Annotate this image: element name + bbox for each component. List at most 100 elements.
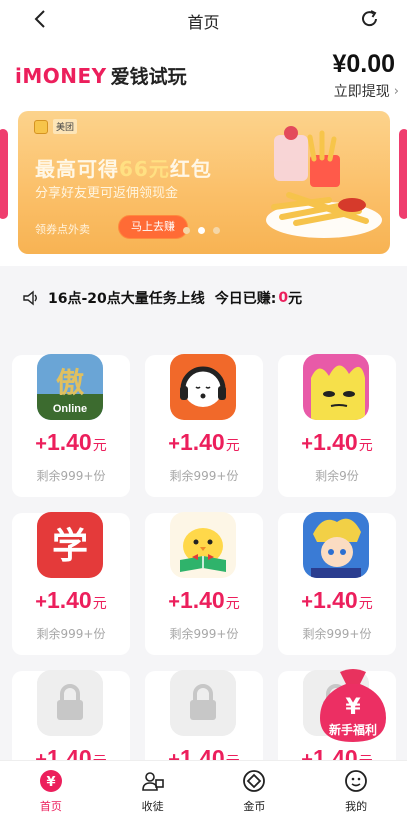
yuan-home-icon: ¥	[39, 770, 62, 792]
task-card[interactable]: 傲 Online +1.40元 剩余999+份	[12, 354, 130, 497]
tab-home-label: 首页	[39, 800, 62, 813]
banner-coupon-label: 领券点外卖	[35, 223, 90, 236]
reward-unit: 元	[92, 595, 107, 611]
smile-face-icon	[345, 770, 368, 792]
tab-mine-label: 我的	[345, 800, 368, 813]
task-reward: +1.40元	[12, 587, 130, 614]
reward-plus: +	[168, 433, 180, 455]
carousel-dots	[183, 227, 220, 234]
game-ao-online-icon: 傲 Online	[37, 354, 103, 420]
tab-mine[interactable]: 我的	[305, 761, 407, 819]
task-card[interactable]: +1.40元 剩余9份	[278, 354, 396, 497]
notice-message: 16点-20点大量任务上线	[48, 291, 205, 307]
reward-amount: 1.40	[179, 429, 225, 455]
headphones-app-icon	[170, 354, 236, 420]
reward-amount: 1.40	[179, 587, 225, 613]
task-remaining: 剩余999+份	[302, 627, 372, 641]
task-remaining: 剩余999+份	[36, 469, 106, 483]
banner-headline-amount: 66元	[119, 157, 170, 181]
task-remaining: 剩余999+份	[169, 469, 239, 483]
banner-headline-prefix: 最高可得	[35, 157, 119, 181]
carousel-dot-active[interactable]	[198, 227, 205, 234]
reward-plus: +	[35, 591, 47, 613]
xue-app-icon: 学	[37, 512, 103, 578]
brand-logo: iMONEY 爱钱试玩	[15, 62, 187, 89]
svg-text:Online: Online	[53, 403, 87, 415]
hero-game-app-icon	[303, 512, 369, 578]
task-card[interactable]: +1.40元 剩余999+份	[145, 354, 263, 497]
carousel-dot[interactable]	[183, 227, 190, 234]
brand-name-cn: 爱钱试玩	[110, 66, 187, 88]
earned-today-unit: 元	[288, 291, 303, 307]
task-card[interactable]: +1.40元 剩余999+份	[278, 512, 396, 655]
banner-tag-text: 美团	[53, 119, 78, 134]
yellow-face-app-icon	[303, 354, 369, 420]
carousel-dot[interactable]	[213, 227, 220, 234]
newcomer-bonus-button[interactable]: ¥ 新手福利	[314, 666, 392, 746]
bag-symbol: ¥	[345, 695, 361, 720]
refresh-icon[interactable]	[359, 8, 381, 30]
bag-label: 新手福利	[329, 722, 377, 737]
chevron-right-icon: ›	[393, 83, 399, 99]
svg-text:学: 学	[52, 525, 88, 567]
svg-text:¥: ¥	[46, 775, 55, 790]
task-card[interactable]: 学 +1.40元 剩余999+份	[12, 512, 130, 655]
reward-amount: 1.40	[312, 429, 358, 455]
task-reward: +1.40元	[278, 429, 396, 456]
banner-brand-tag: 美团	[34, 119, 78, 134]
reward-plus: +	[301, 591, 313, 613]
task-reward: +1.40元	[12, 429, 130, 456]
tab-coins[interactable]: 金币	[204, 761, 306, 819]
task-reward: +1.40元	[145, 429, 263, 456]
banner-subtitle: 分享好友更可返佣领现金	[35, 186, 179, 201]
notice-bar: 16点-20点大量任务上线 今日已赚: 0 元	[0, 280, 407, 316]
tab-apprentice-label: 收徒	[141, 800, 164, 813]
lock-icon	[170, 670, 236, 736]
task-remaining: 剩余9份	[315, 469, 359, 483]
people-icon	[141, 772, 164, 791]
tab-home[interactable]: ¥ 首页	[0, 761, 102, 819]
promo-banner[interactable]: 美团 最高可得66元红包 分享好友更可返佣领现金 领券点外卖 马上去赚	[18, 111, 390, 254]
coin-icon	[243, 770, 266, 792]
earned-today-label: 今日已赚:	[214, 291, 277, 307]
task-remaining: 剩余999+份	[36, 627, 106, 641]
meituan-logo-icon	[34, 119, 48, 134]
reward-amount: 1.40	[46, 587, 92, 613]
bottom-tab-bar: ¥ 首页 收徒 金币 我的	[0, 760, 407, 819]
task-remaining: 剩余999+份	[169, 627, 239, 641]
reward-unit: 元	[358, 437, 373, 453]
money-bag-icon: ¥ 新手福利	[320, 669, 386, 742]
balance-amount: ¥0.00	[332, 50, 395, 78]
earned-today-value: 0	[278, 290, 289, 306]
reward-unit: 元	[225, 595, 240, 611]
carousel-prev-peek[interactable]	[0, 129, 8, 219]
banner-cta-button[interactable]: 马上去赚	[118, 215, 188, 239]
banner-headline: 最高可得66元红包	[35, 153, 212, 182]
reward-amount: 1.40	[312, 587, 358, 613]
task-reward: +1.40元	[145, 587, 263, 614]
speaker-icon	[23, 290, 37, 306]
top-nav-bar: 首页	[0, 0, 407, 40]
withdraw-label: 立即提现	[333, 84, 390, 100]
food-illustration	[266, 126, 382, 238]
account-header: iMONEY 爱钱试玩 ¥0.00 立即提现 ›	[0, 40, 407, 106]
carousel-next-peek[interactable]	[399, 129, 407, 219]
reward-unit: 元	[225, 437, 240, 453]
chick-reader-app-icon	[170, 512, 236, 578]
reward-plus: +	[301, 433, 313, 455]
withdraw-link[interactable]: 立即提现 ›	[334, 81, 399, 101]
reward-plus: +	[168, 591, 180, 613]
reward-unit: 元	[358, 595, 373, 611]
banner-headline-suffix: 红包	[169, 157, 212, 181]
tab-coins-label: 金币	[243, 800, 266, 813]
brand-name-en: iMONEY	[15, 64, 107, 88]
lock-icon	[37, 670, 103, 736]
task-reward: +1.40元	[278, 587, 396, 614]
task-card[interactable]: +1.40元 剩余999+份	[145, 512, 263, 655]
reward-amount: 1.40	[46, 429, 92, 455]
reward-plus: +	[35, 433, 47, 455]
reward-unit: 元	[92, 437, 107, 453]
page-title: 首页	[187, 13, 220, 32]
svg-text:傲: 傲	[56, 366, 84, 399]
tab-apprentice[interactable]: 收徒	[102, 761, 204, 819]
